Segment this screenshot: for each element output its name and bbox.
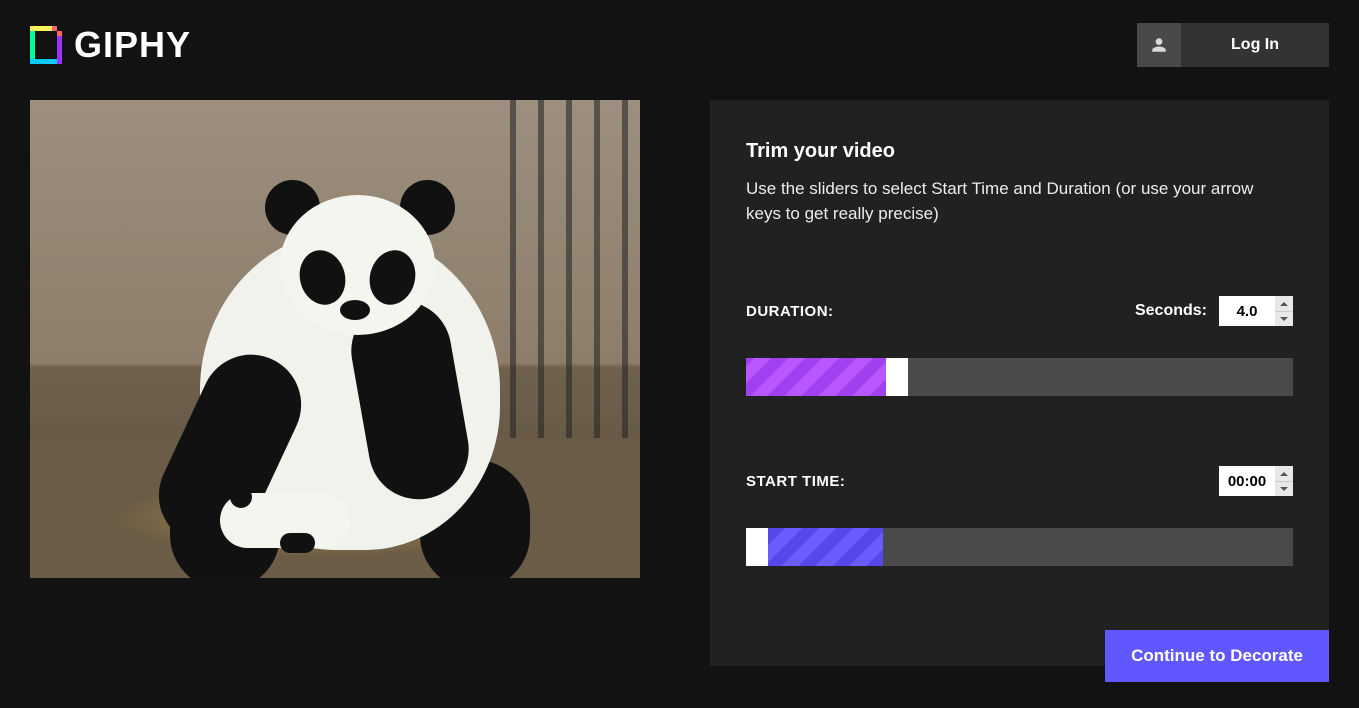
duration-slider[interactable] <box>746 358 1293 396</box>
starttime-stepper[interactable] <box>1219 466 1293 496</box>
page-header: GIPHY Log In <box>0 0 1359 90</box>
duration-slider-fill <box>746 358 886 396</box>
user-icon[interactable] <box>1137 23 1181 67</box>
giphy-logo-icon <box>30 26 62 64</box>
duration-label: DURATION: <box>746 303 834 320</box>
brand-logo[interactable]: GIPHY <box>30 24 191 66</box>
main-content: Trim your video Use the sliders to selec… <box>0 90 1359 666</box>
starttime-slider-handle[interactable] <box>746 528 768 566</box>
starttime-input[interactable] <box>1219 466 1275 496</box>
panel-title: Trim your video <box>746 140 1293 163</box>
duration-input[interactable] <box>1219 296 1275 326</box>
duration-slider-handle[interactable] <box>886 358 908 396</box>
trim-panel: Trim your video Use the sliders to selec… <box>710 100 1329 666</box>
starttime-step-up[interactable] <box>1275 466 1293 482</box>
starttime-slider[interactable] <box>746 528 1293 566</box>
starttime-label: START TIME: <box>746 473 845 490</box>
brand-name: GIPHY <box>74 24 191 66</box>
panel-description: Use the sliders to select Start Time and… <box>746 177 1293 226</box>
starttime-slider-fill <box>768 528 883 566</box>
duration-step-up[interactable] <box>1275 296 1293 312</box>
duration-step-down[interactable] <box>1275 312 1293 327</box>
auth-area: Log In <box>1137 23 1329 67</box>
starttime-step-down[interactable] <box>1275 482 1293 497</box>
duration-control: DURATION: Seconds: <box>746 296 1293 396</box>
video-preview[interactable] <box>30 100 640 578</box>
login-button[interactable]: Log In <box>1181 23 1329 67</box>
duration-stepper[interactable] <box>1219 296 1293 326</box>
continue-button[interactable]: Continue to Decorate <box>1105 630 1329 682</box>
starttime-control: START TIME: <box>746 466 1293 566</box>
duration-unit: Seconds: <box>1135 302 1207 320</box>
